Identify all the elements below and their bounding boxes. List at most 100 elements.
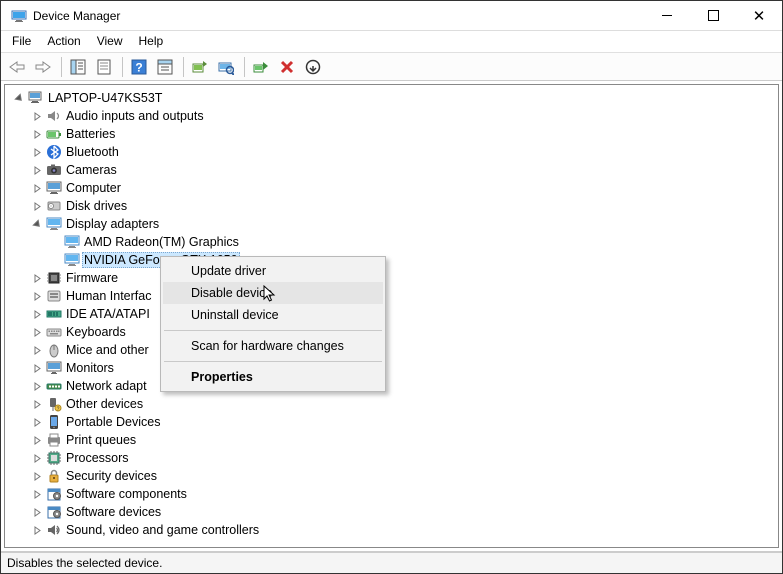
- status-text: Disables the selected device.: [7, 556, 162, 570]
- tree-node-label: Software devices: [64, 505, 163, 519]
- tree-expander-icon[interactable]: [31, 436, 43, 445]
- window-maximize-button[interactable]: [690, 1, 736, 30]
- context-uninstall-device[interactable]: Uninstall device: [163, 304, 383, 326]
- tree-device-node[interactable]: NVIDIA GeForce GTX 1650: [9, 251, 778, 269]
- tree-category-node[interactable]: Firmware: [9, 269, 778, 287]
- tree-category-node[interactable]: Display adapters: [9, 215, 778, 233]
- toolbar-show-hide-button[interactable]: [66, 55, 90, 79]
- tree-expander-icon[interactable]: [31, 166, 43, 175]
- tree-node-label: Software components: [64, 487, 189, 501]
- window-title: Device Manager: [33, 9, 644, 23]
- tree-root-node[interactable]: LAPTOP-U47KS53T: [9, 89, 778, 107]
- bluetooth-icon: [46, 144, 62, 160]
- tree-category-node[interactable]: Processors: [9, 449, 778, 467]
- tree-node-label: Mice and other: [64, 343, 151, 357]
- tree-category-node[interactable]: Keyboards: [9, 323, 778, 341]
- firmware-icon: [46, 270, 62, 286]
- tree-expander-icon[interactable]: [13, 94, 25, 103]
- toolbar-update-button[interactable]: [188, 55, 212, 79]
- tree-expander-icon[interactable]: [31, 400, 43, 409]
- sound-icon: [46, 522, 62, 538]
- menu-bar: File Action View Help: [1, 31, 782, 53]
- tree-category-node[interactable]: Sound, video and game controllers: [9, 521, 778, 539]
- window-close-button[interactable]: ✕: [736, 1, 782, 30]
- device-tree-panel[interactable]: LAPTOP-U47KS53T Audio inputs and outputs…: [4, 84, 779, 548]
- tree-expander-icon[interactable]: [31, 328, 43, 337]
- processor-icon: [46, 450, 62, 466]
- toolbar-forward-button[interactable]: [31, 55, 55, 79]
- tree-category-node[interactable]: Audio inputs and outputs: [9, 107, 778, 125]
- tree-category-node[interactable]: Human Interfac: [9, 287, 778, 305]
- tree-category-node[interactable]: Monitors: [9, 359, 778, 377]
- tree-expander-icon[interactable]: [31, 274, 43, 283]
- display-icon: [64, 252, 80, 268]
- tree-device-node[interactable]: AMD Radeon(TM) Graphics: [9, 233, 778, 251]
- toolbar-uninstall-button[interactable]: [301, 55, 325, 79]
- other-icon: ?: [46, 396, 62, 412]
- tree-expander-icon[interactable]: [31, 382, 43, 391]
- tree-expander-icon[interactable]: [31, 310, 43, 319]
- tree-expander-icon[interactable]: [31, 364, 43, 373]
- tree-expander-icon[interactable]: [31, 184, 43, 193]
- tree-expander-icon[interactable]: [31, 472, 43, 481]
- tree-category-node[interactable]: Disk drives: [9, 197, 778, 215]
- tree-category-node[interactable]: Batteries: [9, 125, 778, 143]
- tree-category-node[interactable]: Print queues: [9, 431, 778, 449]
- software-icon: [46, 504, 62, 520]
- tree-category-node[interactable]: Bluetooth: [9, 143, 778, 161]
- tree-expander-icon[interactable]: [31, 454, 43, 463]
- tree-expander-icon[interactable]: [31, 112, 43, 121]
- tree-expander-icon[interactable]: [31, 202, 43, 211]
- tree-expander-icon[interactable]: [31, 508, 43, 517]
- tree-category-node[interactable]: Mice and other: [9, 341, 778, 359]
- toolbar-disable-button[interactable]: [275, 55, 299, 79]
- computer-icon: [28, 90, 44, 106]
- tree-expander-icon[interactable]: [31, 418, 43, 427]
- tree-expander-icon[interactable]: [31, 526, 43, 535]
- mouse-icon: [46, 342, 62, 358]
- tree-expander-icon[interactable]: [31, 130, 43, 139]
- tree-node-label: Batteries: [64, 127, 117, 141]
- tree-category-node[interactable]: Computer: [9, 179, 778, 197]
- menu-help[interactable]: Help: [131, 31, 172, 52]
- toolbar-scan-button[interactable]: [214, 55, 238, 79]
- window-titlebar: Device Manager ✕: [1, 1, 782, 31]
- tree-node-label: Display adapters: [64, 217, 161, 231]
- tree-node-label: Bluetooth: [64, 145, 121, 159]
- toolbar-action-button[interactable]: [153, 55, 177, 79]
- camera-icon: [46, 162, 62, 178]
- window-minimize-button[interactable]: [644, 1, 690, 30]
- tree-category-node[interactable]: Software devices: [9, 503, 778, 521]
- tree-expander-icon[interactable]: [31, 346, 43, 355]
- tree-category-node[interactable]: IDE ATA/ATAPI: [9, 305, 778, 323]
- tree-expander-icon[interactable]: [31, 490, 43, 499]
- menu-view[interactable]: View: [89, 31, 131, 52]
- toolbar-enable-button[interactable]: [249, 55, 273, 79]
- tree-category-node[interactable]: Network adapt: [9, 377, 778, 395]
- menu-file[interactable]: File: [4, 31, 39, 52]
- tree-category-node[interactable]: Software components: [9, 485, 778, 503]
- tree-node-label: Keyboards: [64, 325, 128, 339]
- toolbar-back-button[interactable]: [5, 55, 29, 79]
- tree-category-node[interactable]: Cameras: [9, 161, 778, 179]
- context-update-driver[interactable]: Update driver: [163, 260, 383, 282]
- svg-text:?: ?: [135, 60, 142, 74]
- tree-expander-icon[interactable]: [31, 292, 43, 301]
- toolbar-properties-button[interactable]: [92, 55, 116, 79]
- context-scan-hardware[interactable]: Scan for hardware changes: [163, 335, 383, 357]
- context-disable-device[interactable]: Disable device: [163, 282, 383, 304]
- toolbar-help-button[interactable]: ?: [127, 55, 151, 79]
- menu-action[interactable]: Action: [39, 31, 88, 52]
- tree-node-label: Cameras: [64, 163, 119, 177]
- context-properties[interactable]: Properties: [163, 366, 383, 388]
- display-icon: [64, 234, 80, 250]
- tree-category-node[interactable]: Security devices: [9, 467, 778, 485]
- monitor-icon: [46, 360, 62, 376]
- tree-category-node[interactable]: Portable Devices: [9, 413, 778, 431]
- tree-expander-icon[interactable]: [31, 220, 43, 229]
- portable-icon: [46, 414, 62, 430]
- tree-node-label: Security devices: [64, 469, 159, 483]
- tree-category-node[interactable]: ? Other devices: [9, 395, 778, 413]
- svg-text:?: ?: [57, 407, 60, 413]
- tree-expander-icon[interactable]: [31, 148, 43, 157]
